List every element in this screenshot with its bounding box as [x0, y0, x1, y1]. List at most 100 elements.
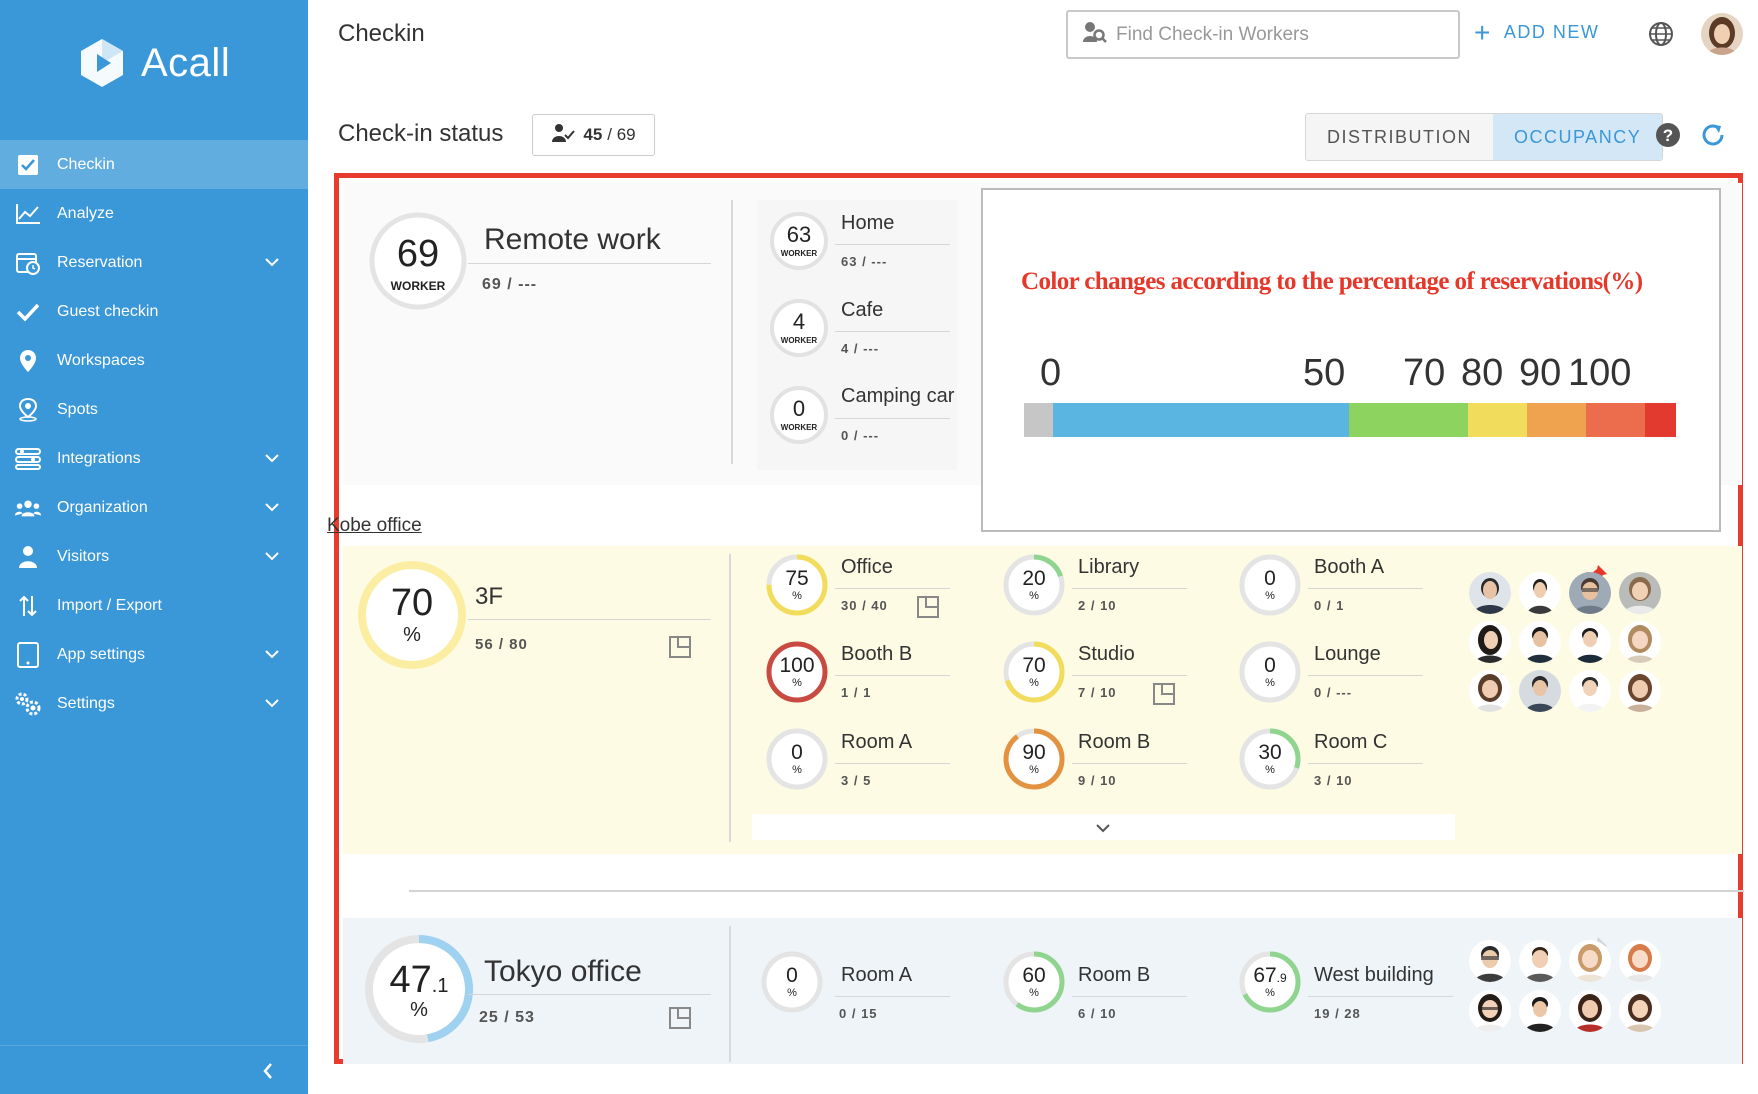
office-name[interactable]: Office — [841, 556, 893, 579]
west-building-name[interactable]: West building — [1314, 964, 1434, 987]
avatar[interactable] — [1569, 621, 1611, 663]
office-sub: 30 / 40 — [841, 598, 888, 613]
search-box[interactable] — [1066, 10, 1460, 59]
remote-work-name[interactable]: Remote work — [484, 223, 661, 257]
tab-occupancy[interactable]: OCCUPANCY — [1493, 114, 1663, 160]
avatar[interactable] — [1519, 572, 1561, 614]
avatar[interactable] — [1469, 940, 1511, 982]
globe-icon[interactable] — [1648, 21, 1674, 52]
sidebar-item-guest-checkin[interactable]: Guest checkin — [0, 287, 308, 336]
avatar[interactable] — [1569, 940, 1611, 982]
camping-car-count: 0 — [792, 396, 806, 421]
chevron-down-icon[interactable] — [264, 254, 280, 272]
booth-a-unit: % — [1265, 590, 1275, 602]
avatar[interactable] — [1569, 572, 1611, 614]
booth-b-name[interactable]: Booth B — [841, 643, 912, 666]
floorplan-icon[interactable] — [917, 596, 939, 618]
brand-logo[interactable]: Acall — [75, 36, 230, 90]
legend-tick-50: 50 — [1303, 352, 1346, 394]
avatar[interactable] — [1469, 572, 1511, 614]
chevron-down-icon[interactable] — [264, 499, 280, 517]
sidebar-item-label: Reservation — [57, 253, 143, 271]
floorplan-icon[interactable] — [669, 636, 691, 658]
camping-car-name[interactable]: Camping car — [841, 385, 954, 408]
sidebar-item-workspaces[interactable]: Workspaces — [0, 336, 308, 385]
avatar[interactable] — [1519, 940, 1561, 982]
library-name[interactable]: Library — [1078, 556, 1139, 579]
sidebar-item-checkin[interactable]: Checkin — [0, 140, 308, 189]
tokyo-office-name[interactable]: Tokyo office — [484, 955, 642, 989]
chevron-down-icon[interactable] — [264, 695, 280, 713]
page-title: Checkin — [338, 20, 425, 47]
avatar[interactable] — [1619, 940, 1661, 982]
avatar[interactable] — [1569, 670, 1611, 712]
refresh-icon[interactable] — [1700, 122, 1726, 153]
booth-b-value: 100 — [779, 654, 815, 677]
avatar[interactable] — [1619, 670, 1661, 712]
room-b-sub: 9 / 10 — [1078, 773, 1117, 788]
room-a-name[interactable]: Room A — [841, 731, 912, 754]
studio-name[interactable]: Studio — [1078, 643, 1135, 666]
floor-3f-sub: 56 / 80 — [475, 636, 528, 653]
camping-car-unit: WORKER — [780, 423, 818, 432]
expand-row-button[interactable] — [752, 814, 1455, 840]
remote-work-unit: WORKER — [390, 279, 446, 293]
help-icon[interactable]: ? — [1655, 122, 1681, 153]
sidebar-item-label: Checkin — [57, 155, 115, 173]
chevron-down-icon[interactable] — [264, 646, 280, 664]
sidebar-item-app-settings[interactable]: App settings — [0, 630, 308, 679]
view-toggle: DISTRIBUTION OCCUPANCY — [1305, 113, 1664, 161]
avatar[interactable] — [1519, 621, 1561, 663]
remote-work-sub: 69 / --- — [482, 276, 538, 293]
sidebar-item-integrations[interactable]: Integrations — [0, 434, 308, 483]
floor-3f-gauge: 70 % — [357, 560, 467, 670]
legend-segment-green — [1349, 403, 1468, 437]
chevron-down-icon[interactable] — [264, 548, 280, 566]
search-input[interactable] — [1116, 23, 1436, 46]
floorplan-icon[interactable] — [1153, 683, 1175, 705]
room-b-unit: % — [1029, 764, 1039, 776]
floorplan-icon[interactable] — [669, 1007, 691, 1029]
vertical-divider — [729, 554, 731, 842]
avatar[interactable] — [1519, 990, 1561, 1032]
booth-a-name[interactable]: Booth A — [1314, 556, 1384, 579]
tokyo-room-b-sub: 6 / 10 — [1078, 1006, 1117, 1021]
legend-segment-orange — [1527, 403, 1586, 437]
avatar[interactable] — [1619, 990, 1661, 1032]
add-new-button[interactable]: + ADD NEW — [1474, 18, 1599, 46]
avatar[interactable] — [1619, 621, 1661, 663]
avatar[interactable] — [1519, 670, 1561, 712]
sidebar-item-settings[interactable]: Settings — [0, 679, 308, 728]
room-c-name[interactable]: Room C — [1314, 731, 1387, 754]
tokyo-office-value: 47 — [389, 959, 432, 1001]
sidebar-item-reservation[interactable]: Reservation — [0, 238, 308, 287]
booth-b-sub: 1 / 1 — [841, 685, 872, 700]
sidebar-item-organization[interactable]: Organization — [0, 483, 308, 532]
tokyo-room-b-unit: % — [1029, 987, 1039, 999]
legend-tick-70: 70 — [1403, 352, 1446, 394]
floor-3f-name[interactable]: 3F — [475, 583, 503, 611]
sidebar-item-import-export[interactable]: Import / Export — [0, 581, 308, 630]
sidebar-item-spots[interactable]: Spots — [0, 385, 308, 434]
user-avatar[interactable] — [1701, 13, 1743, 55]
lounge-name[interactable]: Lounge — [1314, 643, 1381, 666]
tokyo-room-a-name[interactable]: Room A — [841, 964, 912, 987]
avatar[interactable] — [1469, 670, 1511, 712]
room-b-name[interactable]: Room B — [1078, 731, 1150, 754]
chevron-down-icon[interactable] — [264, 450, 280, 468]
avatar[interactable] — [1469, 621, 1511, 663]
kobe-office-link[interactable]: Kobe office — [327, 515, 422, 537]
library-unit: % — [1029, 590, 1039, 602]
avatar[interactable] — [1569, 990, 1611, 1032]
tab-distribution[interactable]: DISTRIBUTION — [1306, 114, 1494, 160]
tokyo-room-b-name[interactable]: Room B — [1078, 964, 1150, 987]
home-name[interactable]: Home — [841, 212, 894, 235]
divider — [1072, 588, 1187, 589]
sidebar-item-visitors[interactable]: Visitors — [0, 532, 308, 581]
studio-gauge: 70 % — [1002, 640, 1066, 704]
avatar[interactable] — [1469, 990, 1511, 1032]
avatar[interactable] — [1619, 572, 1661, 614]
sidebar-collapse-button[interactable] — [0, 1045, 308, 1094]
cafe-name[interactable]: Cafe — [841, 299, 883, 322]
sidebar-item-analyze[interactable]: Analyze — [0, 189, 308, 238]
